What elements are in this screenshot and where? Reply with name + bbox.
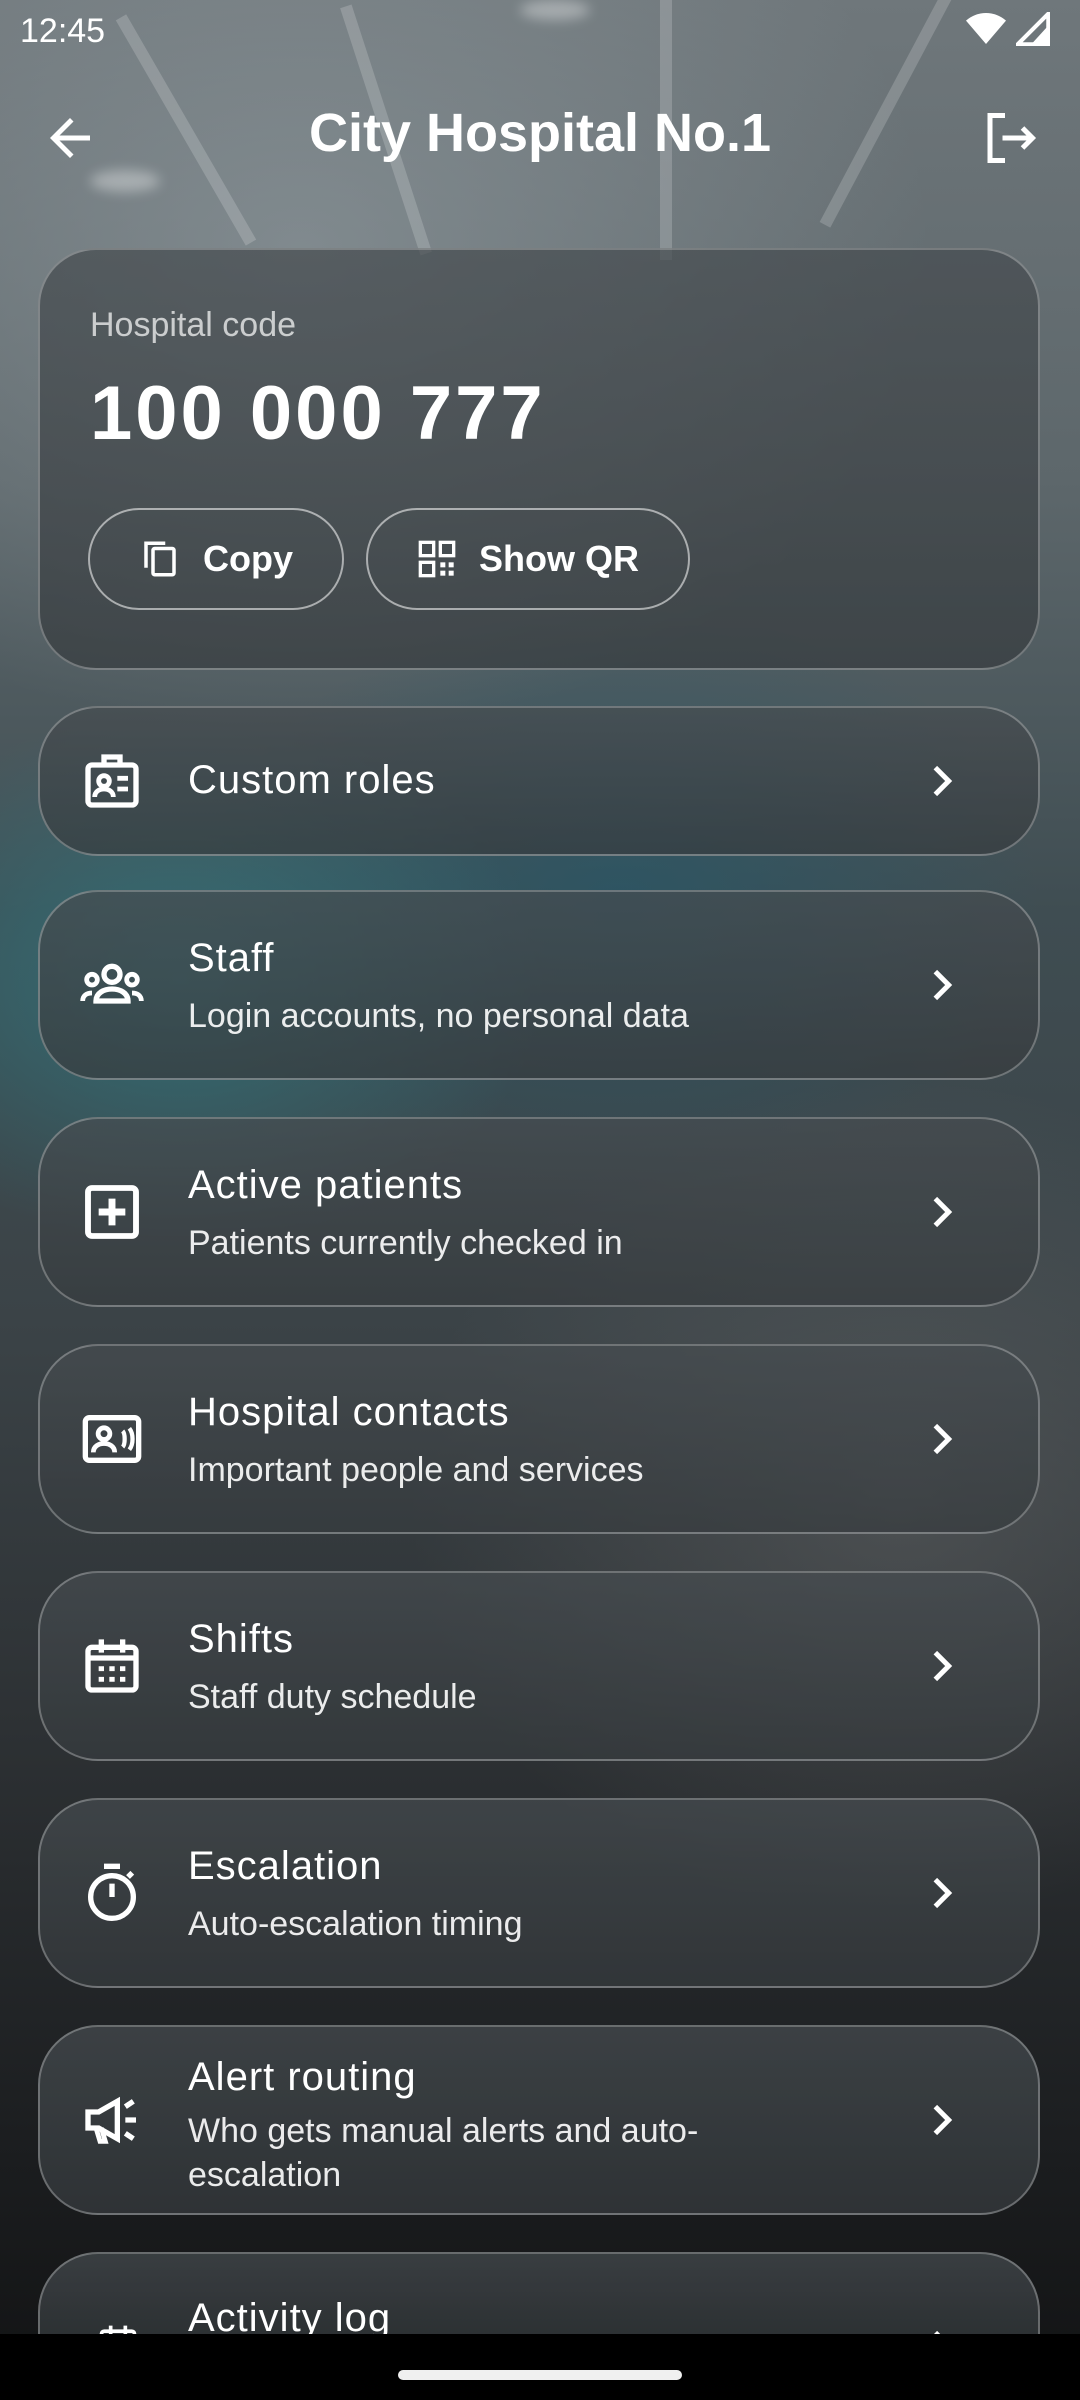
chevron-right-icon [933, 1650, 953, 1682]
status-bar: 12:45 [0, 0, 1080, 64]
contact-card-icon [82, 1415, 142, 1463]
menu-item-title: Alert routing [188, 2055, 417, 2099]
campaign-icon [85, 2096, 136, 2144]
show-qr-label: Show QR [479, 538, 639, 579]
status-time: 12:45 [20, 12, 106, 50]
show-qr-button[interactable]: Show QR [366, 508, 690, 610]
menu-item-title: Active patients [188, 1163, 464, 1207]
menu-item-subtitle: Patients currently checked in [188, 1224, 623, 1262]
system-icons [966, 12, 1050, 46]
medical-plus-icon [85, 1185, 139, 1239]
menu-item-subtitle: Staff duty schedule [188, 1678, 477, 1716]
menu-item-active-patients[interactable]: Active patients Patients currently check… [38, 1117, 1040, 1307]
qr-code-icon [418, 540, 456, 578]
menu-item-title: Hospital contacts [188, 1390, 510, 1434]
menu-item-title: Activity log [188, 2296, 392, 2334]
menu-item-title: Escalation [188, 1844, 383, 1888]
menu-item-subtitle: Login accounts, no personal data [188, 997, 689, 1035]
menu-item-escalation[interactable]: Escalation Auto-escalation timing [38, 1798, 1040, 1988]
hospital-code-card: Hospital code 100 000 777 Copy Show QR [38, 248, 1040, 670]
menu-item-subtitle: Auto-escalation timing [188, 1905, 523, 1943]
app-bar: City Hospital No.1 [0, 80, 1080, 190]
menu-item-title: Staff [188, 936, 275, 980]
hospital-code-label: Hospital code [90, 306, 297, 344]
copy-icon [144, 541, 176, 577]
badge-icon [85, 754, 139, 808]
menu-item-custom-roles[interactable]: Custom roles [38, 706, 1040, 856]
menu-item-activity-log[interactable]: Activity log [38, 2252, 1040, 2334]
hospital-code-value: 100 000 777 [90, 371, 546, 456]
menu-item-alert-routing[interactable]: Alert routing Who gets manual alerts and… [38, 2025, 1040, 2215]
chevron-right-icon [934, 2330, 941, 2334]
cell-signal-icon [1016, 12, 1050, 46]
chevron-right-icon [933, 2104, 953, 2136]
menu-item-title: Shifts [188, 1617, 295, 1661]
chevron-right-icon [933, 969, 953, 1001]
page-title: City Hospital No.1 [308, 103, 772, 163]
logout-icon[interactable] [980, 108, 1040, 168]
chevron-right-icon [933, 1877, 953, 1909]
timer-icon [88, 1863, 136, 1921]
menu-item-hospital-contacts[interactable]: Hospital contacts Important people and s… [38, 1344, 1040, 1534]
chevron-right-icon [933, 1423, 953, 1455]
system-navigation-bar [0, 2334, 1080, 2400]
chevron-right-icon [933, 765, 953, 797]
menu-item-subtitle: Who gets manual alerts and auto-escalati… [188, 2112, 699, 2194]
gesture-handle[interactable] [398, 2370, 682, 2380]
calendar-icon [85, 1639, 139, 1693]
copy-button[interactable]: Copy [88, 508, 344, 610]
menu-item-shifts[interactable]: Shifts Staff duty schedule [38, 1571, 1040, 1761]
chevron-right-icon [933, 1196, 953, 1228]
menu-item-title: Custom roles [188, 758, 436, 802]
menu-item-subtitle: Important people and services [188, 1451, 644, 1489]
copy-label: Copy [203, 538, 293, 579]
menu-item-staff[interactable]: Staff Login accounts, no personal data [38, 890, 1040, 1080]
event-note-icon [99, 2325, 137, 2334]
wifi-icon [966, 13, 1006, 44]
group-icon [80, 963, 144, 1004]
